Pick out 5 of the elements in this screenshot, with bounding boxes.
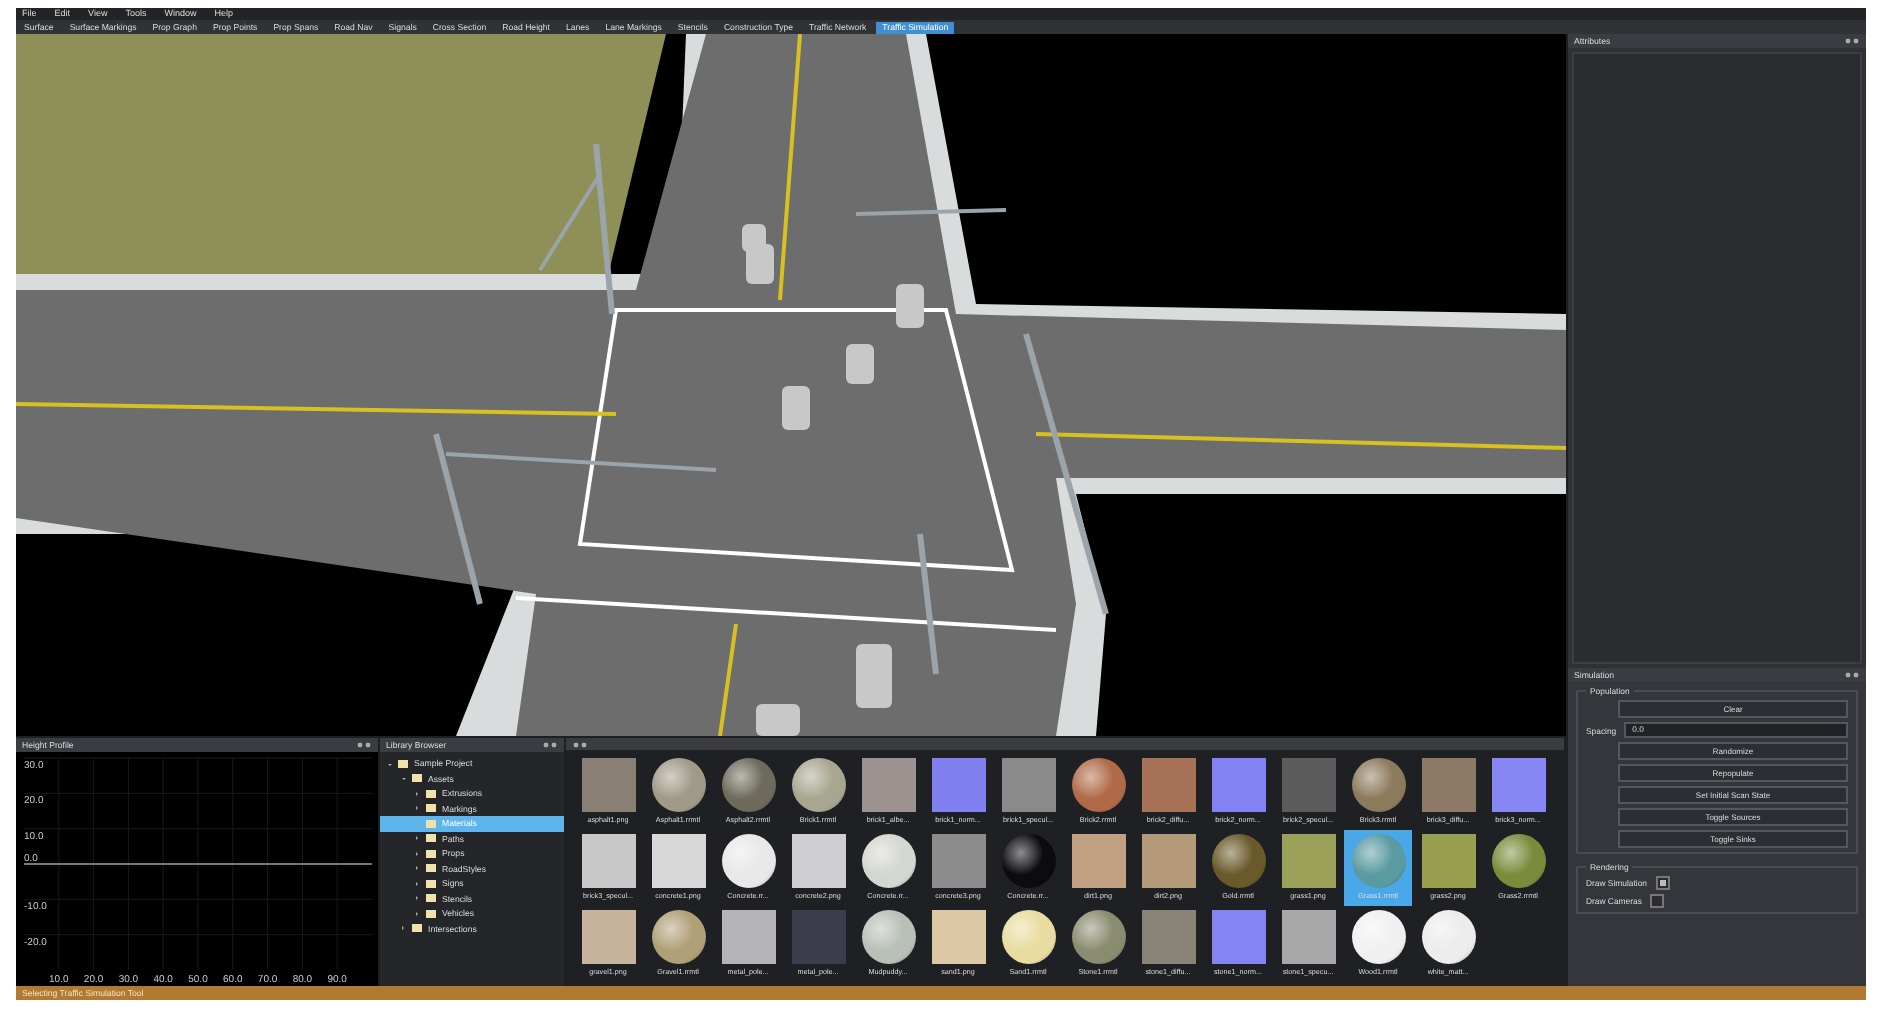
panel-buttons-icon[interactable] <box>356 742 372 748</box>
panel-buttons-icon[interactable] <box>1844 672 1860 678</box>
checkbox[interactable] <box>1655 876 1669 890</box>
checkbox[interactable] <box>1649 894 1664 908</box>
panel-buttons-icon[interactable] <box>1844 38 1860 44</box>
